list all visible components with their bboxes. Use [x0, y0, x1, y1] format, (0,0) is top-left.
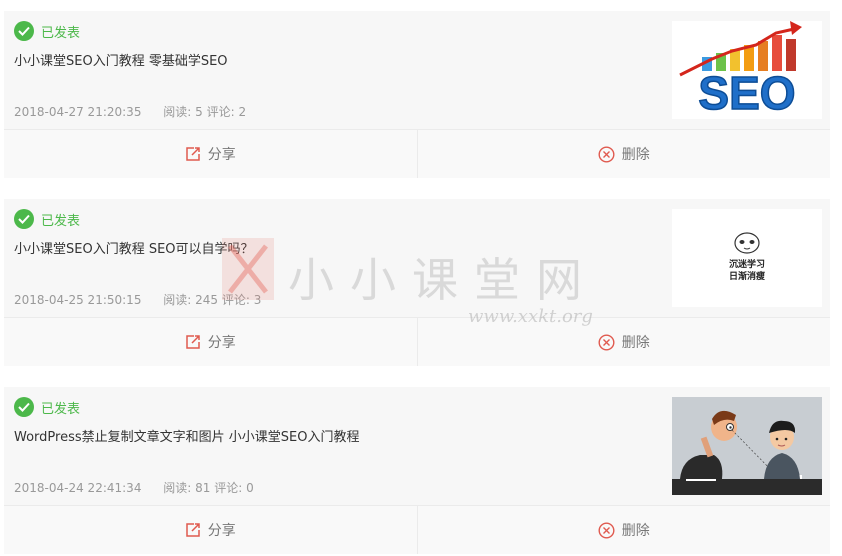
post-title[interactable]: WordPress禁止复制文章文字和图片 小小课堂SEO入门教程 — [14, 426, 359, 445]
delete-icon — [598, 145, 615, 163]
check-icon — [14, 209, 34, 229]
post-card: 已发表 小小课堂SEO入门教程 SEO可以自学吗？ 2018-04-25 21:… — [4, 199, 830, 366]
post-stats: 阅读: 81 评论: 0 — [163, 481, 254, 495]
share-button[interactable]: 分享 — [4, 130, 417, 178]
check-icon — [14, 397, 34, 417]
delete-label: 删除 — [621, 335, 650, 351]
status-badge: 已发表 — [14, 209, 80, 229]
share-button[interactable]: 分享 — [4, 318, 417, 366]
post-thumbnail[interactable]: 沉迷学习 日渐消瘦 — [672, 209, 822, 307]
delete-label: 删除 — [621, 147, 650, 163]
post-date: 2018-04-24 22:41:34 — [14, 481, 142, 495]
status-badge: 已发表 — [14, 21, 80, 41]
share-label: 分享 — [207, 523, 236, 539]
post-thumbnail[interactable]: SEO — [672, 21, 822, 119]
status-label: 已发表 — [41, 401, 81, 417]
panda-meme-icon: 沉迷学习 日渐消瘦 — [729, 232, 765, 282]
share-icon — [186, 523, 200, 537]
post-card: 已发表 小小课堂SEO入门教程 零基础学SEO 2018-04-27 21:20… — [4, 11, 830, 178]
cartoon-copying-people-icon — [672, 410, 822, 495]
share-label: 分享 — [207, 147, 236, 163]
post-stats: 阅读: 5 评论: 2 — [163, 105, 247, 119]
post-card-body[interactable]: 已发表 小小课堂SEO入门教程 零基础学SEO 2018-04-27 21:20… — [4, 11, 830, 129]
delete-button[interactable]: 删除 — [416, 318, 831, 366]
post-date: 2018-04-27 21:20:35 — [14, 105, 142, 119]
post-actions: 分享 删除 — [4, 129, 830, 178]
share-label: 分享 — [207, 335, 236, 351]
post-meta: 2018-04-25 21:50:15 阅读: 245 评论: 3 — [14, 291, 261, 308]
post-actions: 分享 删除 — [4, 317, 830, 366]
share-icon — [186, 335, 200, 349]
post-card-body[interactable]: 已发表 小小课堂SEO入门教程 SEO可以自学吗？ 2018-04-25 21:… — [4, 199, 830, 317]
share-button[interactable]: 分享 — [4, 506, 417, 554]
post-thumbnail[interactable] — [672, 397, 822, 495]
status-label: 已发表 — [41, 25, 81, 41]
status-badge: 已发表 — [14, 397, 80, 417]
delete-icon — [598, 333, 615, 351]
status-label: 已发表 — [41, 213, 81, 229]
post-meta: 2018-04-27 21:20:35 阅读: 5 评论: 2 — [14, 103, 246, 120]
post-title[interactable]: 小小课堂SEO入门教程 零基础学SEO — [14, 50, 228, 69]
seo-growth-chart-icon: SEO — [679, 21, 802, 119]
delete-icon — [598, 521, 615, 539]
thumbnail-line1: 沉迷学习 — [729, 258, 765, 270]
delete-button[interactable]: 删除 — [416, 506, 831, 554]
post-stats: 阅读: 245 评论: 3 — [163, 293, 262, 307]
share-icon — [186, 147, 200, 161]
delete-button[interactable]: 删除 — [416, 130, 831, 178]
post-card: 已发表 WordPress禁止复制文章文字和图片 小小课堂SEO入门教程 201… — [4, 387, 830, 554]
post-title[interactable]: 小小课堂SEO入门教程 SEO可以自学吗？ — [14, 238, 254, 257]
thumbnail-seo-text: SEO — [698, 67, 795, 119]
check-icon — [14, 21, 34, 41]
post-meta: 2018-04-24 22:41:34 阅读: 81 评论: 0 — [14, 479, 254, 496]
post-actions: 分享 删除 — [4, 505, 830, 554]
delete-label: 删除 — [621, 523, 650, 539]
thumbnail-line2: 日渐消瘦 — [729, 270, 765, 282]
post-card-body[interactable]: 已发表 WordPress禁止复制文章文字和图片 小小课堂SEO入门教程 201… — [4, 387, 830, 505]
post-date: 2018-04-25 21:50:15 — [14, 293, 142, 307]
